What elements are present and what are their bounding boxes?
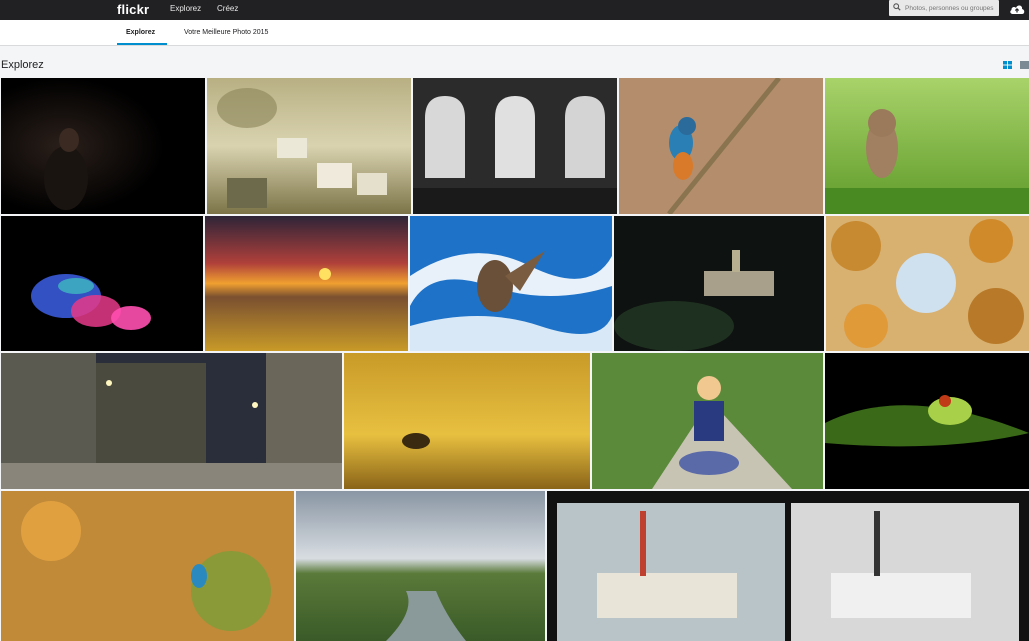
photo-hilltop-village[interactable] [614, 216, 824, 351]
nav-creez[interactable]: Créez [217, 4, 238, 13]
photo-girl-sitting-path[interactable] [592, 353, 823, 489]
cloud-upload-icon[interactable] [1009, 3, 1025, 15]
tab-explorez[interactable]: Explorez [126, 29, 155, 36]
photo-river-landscape[interactable] [296, 491, 545, 641]
active-tab-indicator [117, 43, 167, 45]
photo-kingfisher-autumn[interactable] [1, 491, 294, 641]
photo-frog-leaf[interactable] [825, 353, 1029, 489]
photo-stag-golden-mist[interactable] [344, 353, 590, 489]
top-bar: flickr Explorez Créez [0, 0, 1029, 20]
nav-explorez[interactable]: Explorez [170, 4, 201, 13]
search-input[interactable] [905, 2, 997, 14]
grid-view-icon[interactable] [1003, 61, 1012, 69]
photo-owl-flight-snow[interactable] [410, 216, 612, 351]
photo-foggy-village[interactable] [207, 78, 411, 214]
search-box[interactable] [889, 0, 999, 16]
photo-forest-canopy[interactable] [826, 216, 1029, 351]
photo-arches-bw[interactable] [413, 78, 617, 214]
search-icon[interactable] [893, 3, 901, 11]
single-view-icon[interactable] [1020, 61, 1029, 69]
photo-gas-station-comparison[interactable] [547, 491, 1029, 641]
photo-kingfisher-branch[interactable] [619, 78, 823, 214]
page-title: Explorez [1, 59, 44, 71]
flickr-logo[interactable]: flickr [117, 2, 149, 17]
photo-monkey-dark[interactable] [1, 78, 205, 214]
photo-owl-grass[interactable] [825, 78, 1029, 214]
photo-sunset-valley[interactable] [205, 216, 408, 351]
tab-meilleure-photo-2015[interactable]: Votre Meilleure Photo 2015 [184, 29, 268, 36]
photo-village-street-night[interactable] [1, 353, 342, 489]
photo-color-splash[interactable] [1, 216, 203, 351]
